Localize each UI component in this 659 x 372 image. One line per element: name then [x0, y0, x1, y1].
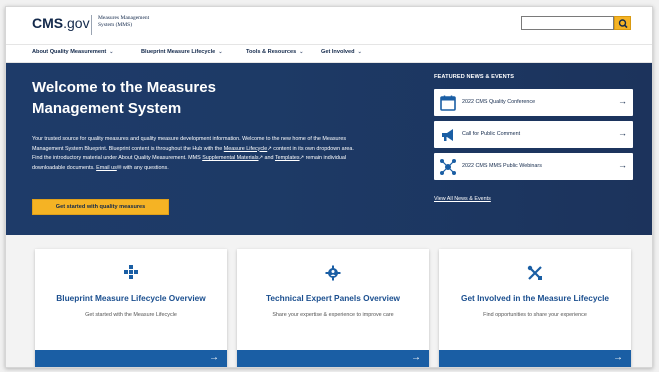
email-us-link[interactable]: Email us	[96, 165, 117, 171]
tools-icon	[527, 265, 542, 280]
cms-logo[interactable]: CMS.gov	[32, 15, 90, 31]
supplemental-materials-link[interactable]: Supplemental Materials	[202, 155, 258, 161]
site-subtitle: Measures Management System (MMS)	[98, 15, 168, 29]
news-item-quality-conference[interactable]: 2022 CMS Quality Conference →	[434, 89, 633, 116]
chevron-down-icon: ⌄	[109, 49, 114, 55]
logo-divider	[91, 15, 92, 35]
site-subtitle-line1: Measures Management	[98, 15, 150, 21]
megaphone-icon	[442, 129, 453, 141]
card-title: Blueprint Measure Lifecycle Overview	[56, 293, 206, 303]
chevron-down-icon: ⌄	[357, 49, 362, 55]
card-description: Get started with the Measure Lifecycle	[85, 312, 177, 318]
card-title: Get Involved in the Measure Lifecycle	[460, 293, 609, 303]
news-item-public-webinars[interactable]: 2022 CMS MMS Public Webinars →	[434, 153, 633, 180]
calendar-icon	[440, 95, 456, 111]
site-header: CMS.gov Measures Management System (MMS)	[6, 7, 652, 44]
main-nav: About Quality Measurement ⌄ Blueprint Mea…	[6, 44, 652, 63]
arrow-right-icon: →	[618, 96, 627, 106]
featured-heading: FEATURED NEWS & EVENTS	[434, 74, 515, 80]
lifecycle-icon	[124, 265, 138, 279]
news-item-public-comment[interactable]: Call for Public Comment →	[434, 121, 633, 148]
hero-section: Welcome to the Measures Management Syste…	[6, 63, 652, 235]
card-blueprint-lifecycle[interactable]: Blueprint Measure Lifecycle Overview Get…	[35, 249, 227, 367]
nav-tools-resources[interactable]: Tools & Resources ⌄	[246, 49, 303, 55]
news-item-label: 2022 CMS MMS Public Webinars	[462, 163, 542, 169]
gear-people-icon	[325, 265, 341, 281]
measure-lifecycle-link[interactable]: Measure Lifecycle	[224, 146, 267, 152]
card-description: Find opportunities to share your experie…	[483, 312, 587, 318]
hero-description: Your trusted source for quality measures…	[32, 136, 354, 171]
arrow-right-icon: →	[209, 352, 219, 363]
card-footer-bar[interactable]: →	[35, 350, 227, 367]
chevron-down-icon: ⌄	[218, 49, 223, 55]
arrow-right-icon: →	[618, 128, 627, 138]
card-description: Share your expertise & experience to imp…	[272, 312, 394, 318]
card-get-involved[interactable]: Get Involved in the Measure Lifecycle Fi…	[439, 249, 631, 367]
nav-get-involved[interactable]: Get Involved ⌄	[321, 49, 362, 55]
templates-link[interactable]: Templates	[275, 155, 300, 161]
nav-about-quality[interactable]: About Quality Measurement ⌄	[32, 49, 114, 55]
card-footer-bar[interactable]: →	[439, 350, 631, 367]
arrow-right-icon: →	[618, 160, 627, 170]
card-footer-bar[interactable]: →	[237, 350, 429, 367]
site-subtitle-line2: System (MMS)	[98, 22, 133, 28]
arrow-right-icon: →	[411, 352, 421, 363]
browser-page: CMS.gov Measures Management System (MMS)…	[5, 6, 653, 368]
webinar-network-icon	[440, 159, 456, 175]
chevron-down-icon: ⌄	[299, 49, 304, 55]
search-input[interactable]	[521, 16, 614, 30]
news-item-label: 2022 CMS Quality Conference	[462, 99, 536, 105]
card-technical-expert-panels[interactable]: Technical Expert Panels Overview Share y…	[237, 249, 429, 367]
view-all-news-link[interactable]: View All News & Events	[434, 196, 491, 202]
page-title: Welcome to the Measures Management Syste…	[32, 79, 216, 117]
search-icon	[618, 19, 628, 29]
search-button[interactable]	[614, 16, 631, 30]
cards-section: Blueprint Measure Lifecycle Overview Get…	[6, 235, 652, 367]
news-item-label: Call for Public Comment	[462, 131, 521, 137]
arrow-right-icon: →	[613, 352, 623, 363]
nav-blueprint-lifecycle[interactable]: Blueprint Measure Lifecycle ⌄	[141, 49, 223, 55]
get-started-button[interactable]: Get started with quality measures	[32, 199, 169, 215]
card-title: Technical Expert Panels Overview	[265, 293, 401, 303]
